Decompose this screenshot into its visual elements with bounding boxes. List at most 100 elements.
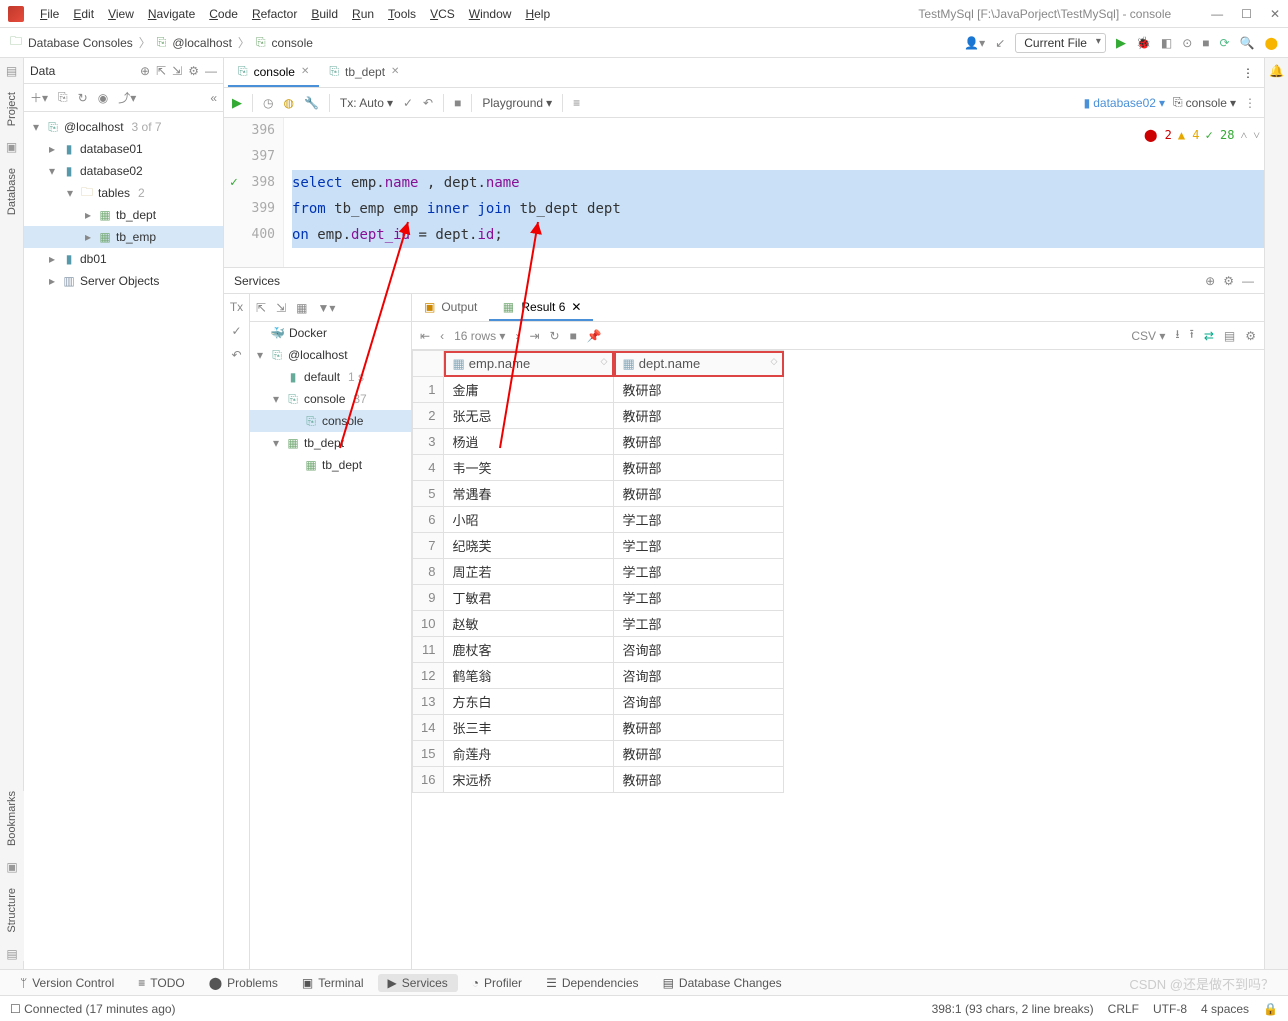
table-row[interactable]: 11鹿杖客咨询部 (413, 637, 784, 663)
run-button[interactable]: ▶ (1116, 35, 1126, 51)
cell[interactable]: 张三丰 (444, 715, 614, 741)
tool-tab-terminal[interactable]: ▣Terminal (292, 974, 374, 992)
expand-icon[interactable]: ⇱ (156, 64, 166, 78)
code-line[interactable]: from tb_emp emp inner join tb_dept dept (292, 196, 1264, 222)
cell[interactable]: 学工部 (614, 507, 784, 533)
tree-tb-dept[interactable]: ▸▦tb_dept (24, 204, 223, 226)
commit-icon[interactable]: ✓ (403, 96, 413, 110)
history-icon[interactable]: ◷ (263, 96, 273, 110)
table-row[interactable]: 7纪晓芙学工部 (413, 533, 784, 559)
cell[interactable]: 教研部 (614, 741, 784, 767)
column-header[interactable]: ▦emp.name◇ (444, 351, 614, 377)
duplicate-icon[interactable]: ⎘ (58, 90, 68, 105)
hide-icon[interactable]: — (1242, 274, 1254, 288)
table-row[interactable]: 6小昭学工部 (413, 507, 784, 533)
table-row[interactable]: 4韦一笑教研部 (413, 455, 784, 481)
cell[interactable]: 教研部 (614, 767, 784, 793)
cell[interactable]: 方东白 (444, 689, 614, 715)
more-icon[interactable]: ⋮ (1232, 66, 1264, 80)
collapse-icon[interactable]: ⇲ (172, 64, 182, 78)
download-icon[interactable]: ⭳ (1175, 325, 1179, 346)
cell[interactable]: 学工部 (614, 585, 784, 611)
tool-tab-version-control[interactable]: ᛘVersion Control (10, 974, 124, 992)
hide-icon[interactable]: — (205, 64, 217, 78)
structure-icon[interactable]: ▤ (6, 947, 17, 961)
pin-icon[interactable]: 📌 (587, 329, 602, 343)
cell[interactable]: 咨询部 (614, 637, 784, 663)
tool-tab-problems[interactable]: ⬤Problems (199, 974, 288, 992)
output-tab[interactable]: ▣Output (412, 294, 489, 321)
search-icon[interactable]: 🔍 (1240, 36, 1255, 50)
cell[interactable]: 鹤笔翁 (444, 663, 614, 689)
readonly-icon[interactable]: 🔒 (1263, 1002, 1278, 1016)
code-line[interactable]: on emp.dept_id = dept.id; (292, 222, 1264, 248)
cell[interactable]: 学工部 (614, 559, 784, 585)
jump-icon[interactable]: ⤴▾ (118, 89, 136, 106)
export-format[interactable]: CSV ▾ (1131, 329, 1165, 343)
table-row[interactable]: 3杨逍教研部 (413, 429, 784, 455)
settings-icon[interactable]: ⚙ (1245, 329, 1256, 343)
tree-db2[interactable]: ▾▮database02 (24, 160, 223, 182)
code-line[interactable] (292, 118, 1264, 144)
cell[interactable]: 咨询部 (614, 663, 784, 689)
table-row[interactable]: 13方东白咨询部 (413, 689, 784, 715)
more-icon[interactable]: ⋮ (1244, 96, 1256, 110)
breadcrumb-part[interactable]: console (272, 36, 313, 50)
console-selector[interactable]: ⎘ console ▾ (1173, 95, 1236, 110)
error-badge[interactable]: ⬤ 2 (1144, 122, 1172, 148)
target-icon[interactable]: ⊕ (1205, 274, 1215, 288)
svc-console[interactable]: ▾⎘console37 (250, 388, 411, 410)
table-row[interactable]: 2张无忌教研部 (413, 403, 784, 429)
bookmarks-tool-icon[interactable]: ▣ (6, 140, 17, 154)
user-icon[interactable]: 👤▾ (964, 36, 985, 50)
execute-button[interactable]: ▶ (232, 95, 242, 111)
coverage-icon[interactable]: ◧ (1161, 36, 1172, 50)
first-page-icon[interactable]: ⇤ (420, 329, 430, 343)
tree-host[interactable]: ▾⎘@localhost3 of 7 (24, 116, 223, 138)
gear-icon[interactable]: ⚙ (188, 64, 199, 78)
table-row[interactable]: 16宋远桥教研部 (413, 767, 784, 793)
close-icon[interactable]: ✕ (571, 300, 581, 314)
gear-icon[interactable]: ⚙ (1223, 274, 1234, 288)
menu-refactor[interactable]: Refactor (246, 5, 303, 23)
encoding[interactable]: UTF-8 (1153, 1002, 1187, 1016)
menu-build[interactable]: Build (305, 5, 344, 23)
breadcrumb-part[interactable]: Database Consoles (28, 36, 133, 50)
close-icon[interactable]: ✕ (1270, 7, 1280, 21)
collapse-all-icon[interactable]: ⇲ (276, 301, 286, 315)
column-header[interactable]: ▦dept.name◇ (614, 351, 784, 377)
debug-icon[interactable]: 🐞 (1136, 36, 1151, 50)
stop-icon[interactable]: ■ (570, 329, 577, 343)
chart-icon[interactable]: ⇄ (1204, 329, 1214, 343)
tree-db1[interactable]: ▸▮database01 (24, 138, 223, 160)
svc-console-child[interactable]: ⎘console (250, 410, 411, 432)
table-row[interactable]: 8周芷若学工部 (413, 559, 784, 585)
stop-icon[interactable]: ■ (1202, 36, 1209, 50)
settings-icon[interactable]: ≡ (573, 96, 580, 110)
bookmarks-tool[interactable]: Bookmarks (6, 791, 18, 846)
cell[interactable]: 常遇春 (444, 481, 614, 507)
editor-tab-tb_dept[interactable]: ⎘tb_dept✕ (319, 58, 409, 87)
chevron-down-icon[interactable]: ˅ (1253, 122, 1260, 148)
table-row[interactable]: 14张三丰教研部 (413, 715, 784, 741)
code-line[interactable] (292, 144, 1264, 170)
svc-host[interactable]: ▾⎘@localhost (250, 344, 411, 366)
bookmarks-icon[interactable]: ▣ (6, 860, 17, 874)
caret-position[interactable]: 398:1 (93 chars, 2 line breaks) (932, 1002, 1094, 1016)
menu-code[interactable]: Code (203, 5, 244, 23)
tree-server-objects[interactable]: ▸▥Server Objects (24, 270, 223, 292)
next-page-icon[interactable]: › (515, 329, 519, 343)
svc-tbdept[interactable]: ▾▦tb_dept (250, 432, 411, 454)
cell[interactable]: 赵敏 (444, 611, 614, 637)
line-sep[interactable]: CRLF (1108, 1002, 1139, 1016)
transpose-icon[interactable]: ▤ (1224, 329, 1235, 343)
breadcrumb[interactable]: 🗀 Database Consoles 〉 ⎘ @localhost 〉 ⎘ c… (10, 32, 313, 53)
filter-icon[interactable]: ▼▾ (317, 301, 335, 315)
playground-dropdown[interactable]: Playground ▾ (482, 96, 552, 110)
database-tool[interactable]: Database (6, 168, 18, 215)
cell[interactable]: 学工部 (614, 533, 784, 559)
cell[interactable]: 咨询部 (614, 689, 784, 715)
reload-icon[interactable]: ↻ (550, 329, 560, 343)
target-icon[interactable]: ⊕ (140, 64, 150, 78)
table-row[interactable]: 10赵敏学工部 (413, 611, 784, 637)
